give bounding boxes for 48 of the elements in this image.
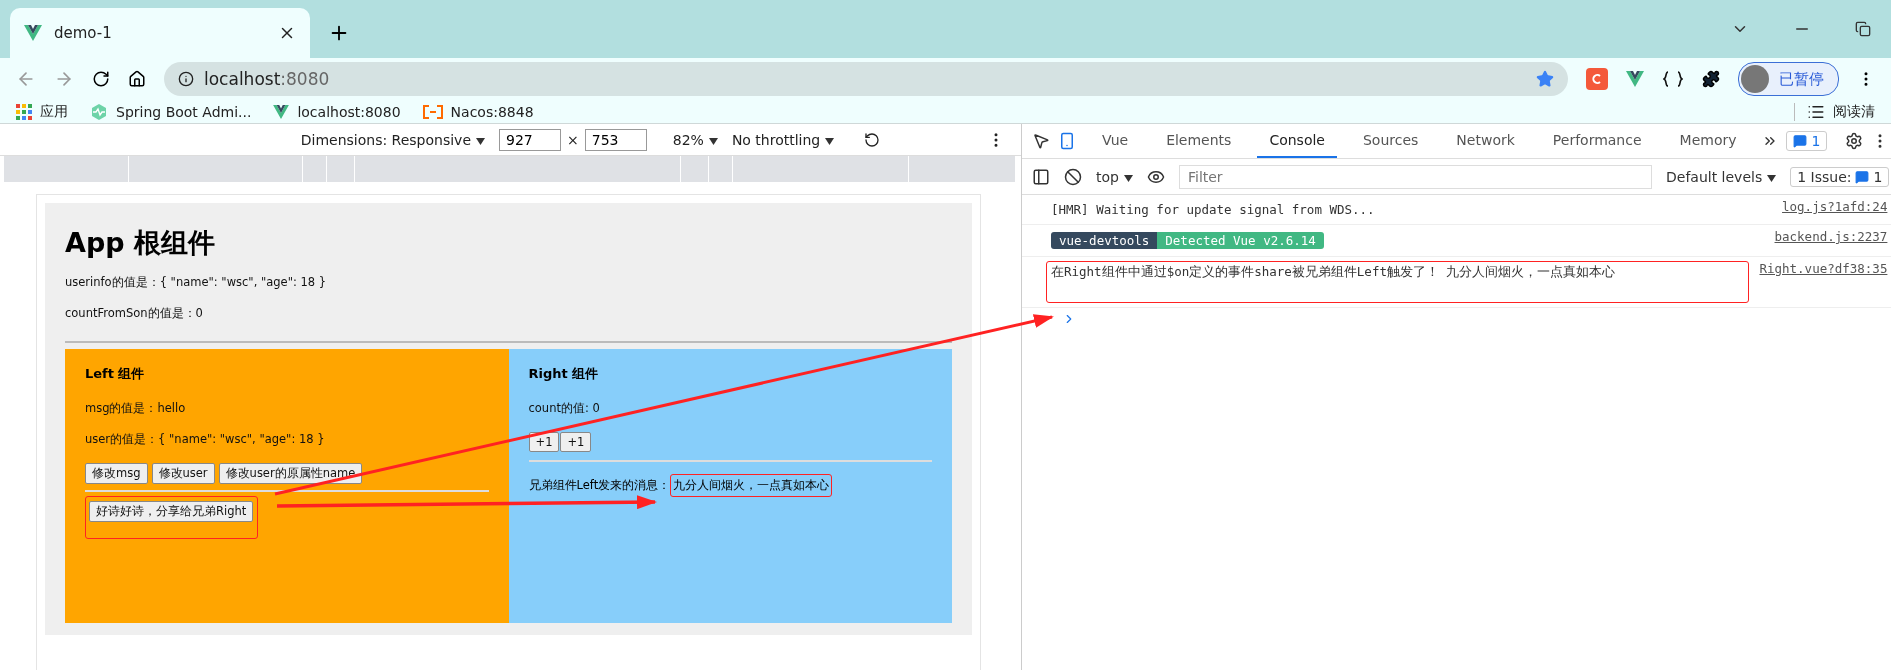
bookmark[interactable]: Nacos:8848 [422,103,534,120]
count-text: count的值: 0 [528,401,600,416]
times-sign: × [567,131,579,148]
devtools-tab[interactable]: Sources [1350,124,1431,158]
levels-dropdown[interactable]: Default levels [1666,168,1777,185]
share-button[interactable]: 好诗好诗，分享给兄弟Right [89,501,254,522]
reading-list[interactable]: 阅读清 [1794,102,1875,121]
left-title: Left 组件 [85,365,145,383]
modify-button[interactable]: 修改user [151,463,215,484]
devtools-tab[interactable]: Vue [1090,124,1141,158]
zoom-dropdown[interactable]: 82% [672,131,718,148]
modify-button[interactable]: 修改user的原属性name [218,463,363,484]
devtools-tab[interactable]: Elements [1154,124,1244,158]
increment-button[interactable]: +1 [560,432,592,452]
message-label: 兄弟组件Left发来的消息： [528,478,671,493]
url-text: localhost:8080 [204,69,330,89]
tab-title: demo-1 [54,24,113,42]
app-value-text: userinfo的值是：{ "name": "wsc", "age": 18 } [65,275,328,290]
message-text: 九分人间烟火，一点真如本心 [670,474,833,497]
filter-field[interactable]: Filter [1178,164,1652,189]
context-dropdown[interactable]: top [1096,168,1133,185]
console-message: [HMR] Waiting for update signal from WDS... [1050,201,1376,219]
issues-button[interactable]: 1 Issue: 1 [1790,166,1890,187]
throttling-dropdown[interactable]: No throttling [731,131,835,148]
source-link[interactable]: backend.js:2237 [1774,229,1888,244]
dimensions-dropdown[interactable]: Dimensions: Responsive [300,131,485,148]
height-field[interactable]: 753 [584,128,647,151]
devtools-tab[interactable]: Memory [1667,124,1749,158]
left-value-text: msg的值是：hello [85,401,186,416]
address-bar[interactable]: localhost:8080 [164,62,1568,96]
devtools-tab[interactable]: Console [1257,124,1337,158]
source-link[interactable]: Right.vue?df38:35 [1759,261,1888,276]
issues-counter[interactable]: 1 [1786,131,1828,151]
bookmark[interactable]: localhost:8080 [273,103,401,120]
right-title: Right 组件 [528,365,599,383]
width-field[interactable]: 927 [499,128,561,151]
devtools-tab[interactable]: Performance [1540,124,1654,158]
profile-button[interactable]: 已暂停 [1738,62,1839,96]
bookmark[interactable]: Spring Boot Admi... [90,102,252,121]
console-message: 在Right组件中通过$on定义的事件share被兄弟组件Left触发了！ 九分人间烟火，一点真如本心 [1046,261,1750,303]
left-value-text: user的值是：{ "name": "wsc", "age": 18 } [85,432,325,447]
app-title: App 根组件 [65,226,216,260]
browser-tab[interactable]: demo-1 [10,8,310,58]
modify-button[interactable]: 修改msg [85,463,148,484]
bookmark[interactable]: 应用 [16,102,68,121]
devtools-tab[interactable]: Network [1444,124,1527,158]
app-value-text: countFromSon的值是：0 [65,306,204,321]
source-link[interactable]: log.js?1afd:24 [1782,199,1888,214]
